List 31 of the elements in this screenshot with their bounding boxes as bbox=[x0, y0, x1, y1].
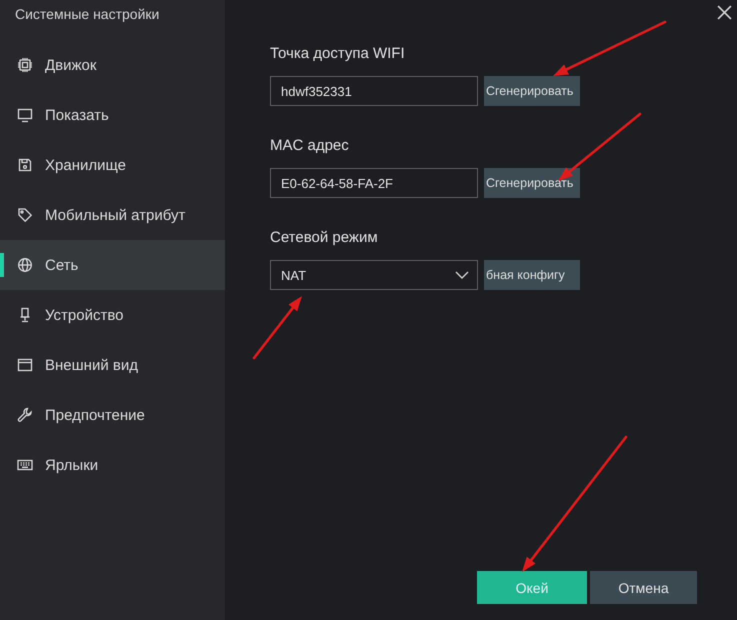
sidebar-item[interactable]: Ярлыки bbox=[0, 440, 225, 490]
chevron-down-icon bbox=[455, 271, 469, 279]
action-button[interactable]: Сгенерировать bbox=[484, 76, 580, 106]
input-field[interactable]: hdwf352331 bbox=[270, 76, 478, 106]
sidebar-item[interactable]: Внешний вид bbox=[0, 340, 225, 390]
annotation-arrow bbox=[252, 296, 302, 360]
sidebar-item[interactable]: Движок bbox=[0, 40, 225, 90]
globe-icon bbox=[17, 257, 33, 273]
dropdown[interactable]: NAT bbox=[270, 260, 478, 290]
keyboard-icon bbox=[17, 457, 33, 473]
sidebar-item[interactable]: Хранилище bbox=[0, 140, 225, 190]
wrench-icon bbox=[17, 407, 33, 423]
action-button[interactable]: Сгенерировать bbox=[484, 168, 580, 198]
sidebar-item[interactable]: Устройство bbox=[0, 290, 225, 340]
window-icon bbox=[17, 357, 33, 373]
field-label: Точка доступа WIFI bbox=[270, 44, 405, 64]
field-label: MAC адрес bbox=[270, 136, 349, 156]
cancel-button[interactable]: Отмена bbox=[590, 571, 697, 604]
monitor-icon bbox=[17, 107, 33, 123]
chip-icon bbox=[17, 57, 33, 73]
close-icon bbox=[717, 5, 732, 20]
close-button[interactable] bbox=[717, 5, 732, 20]
sidebar-item[interactable]: Мобильный атрибут bbox=[0, 190, 225, 240]
sidebar-item[interactable]: Предпочтение bbox=[0, 390, 225, 440]
tag-icon bbox=[17, 207, 33, 223]
sidebar-item[interactable]: Показать bbox=[0, 90, 225, 140]
window-title: Системные настройки bbox=[14, 5, 160, 24]
sidebar-item[interactable]: Сеть bbox=[0, 240, 225, 290]
field-label: Сетевой режим bbox=[270, 228, 378, 248]
action-button[interactable]: бная конфигу bbox=[484, 260, 580, 290]
input-field[interactable]: E0-62-64-58-FA-2F bbox=[270, 168, 478, 198]
